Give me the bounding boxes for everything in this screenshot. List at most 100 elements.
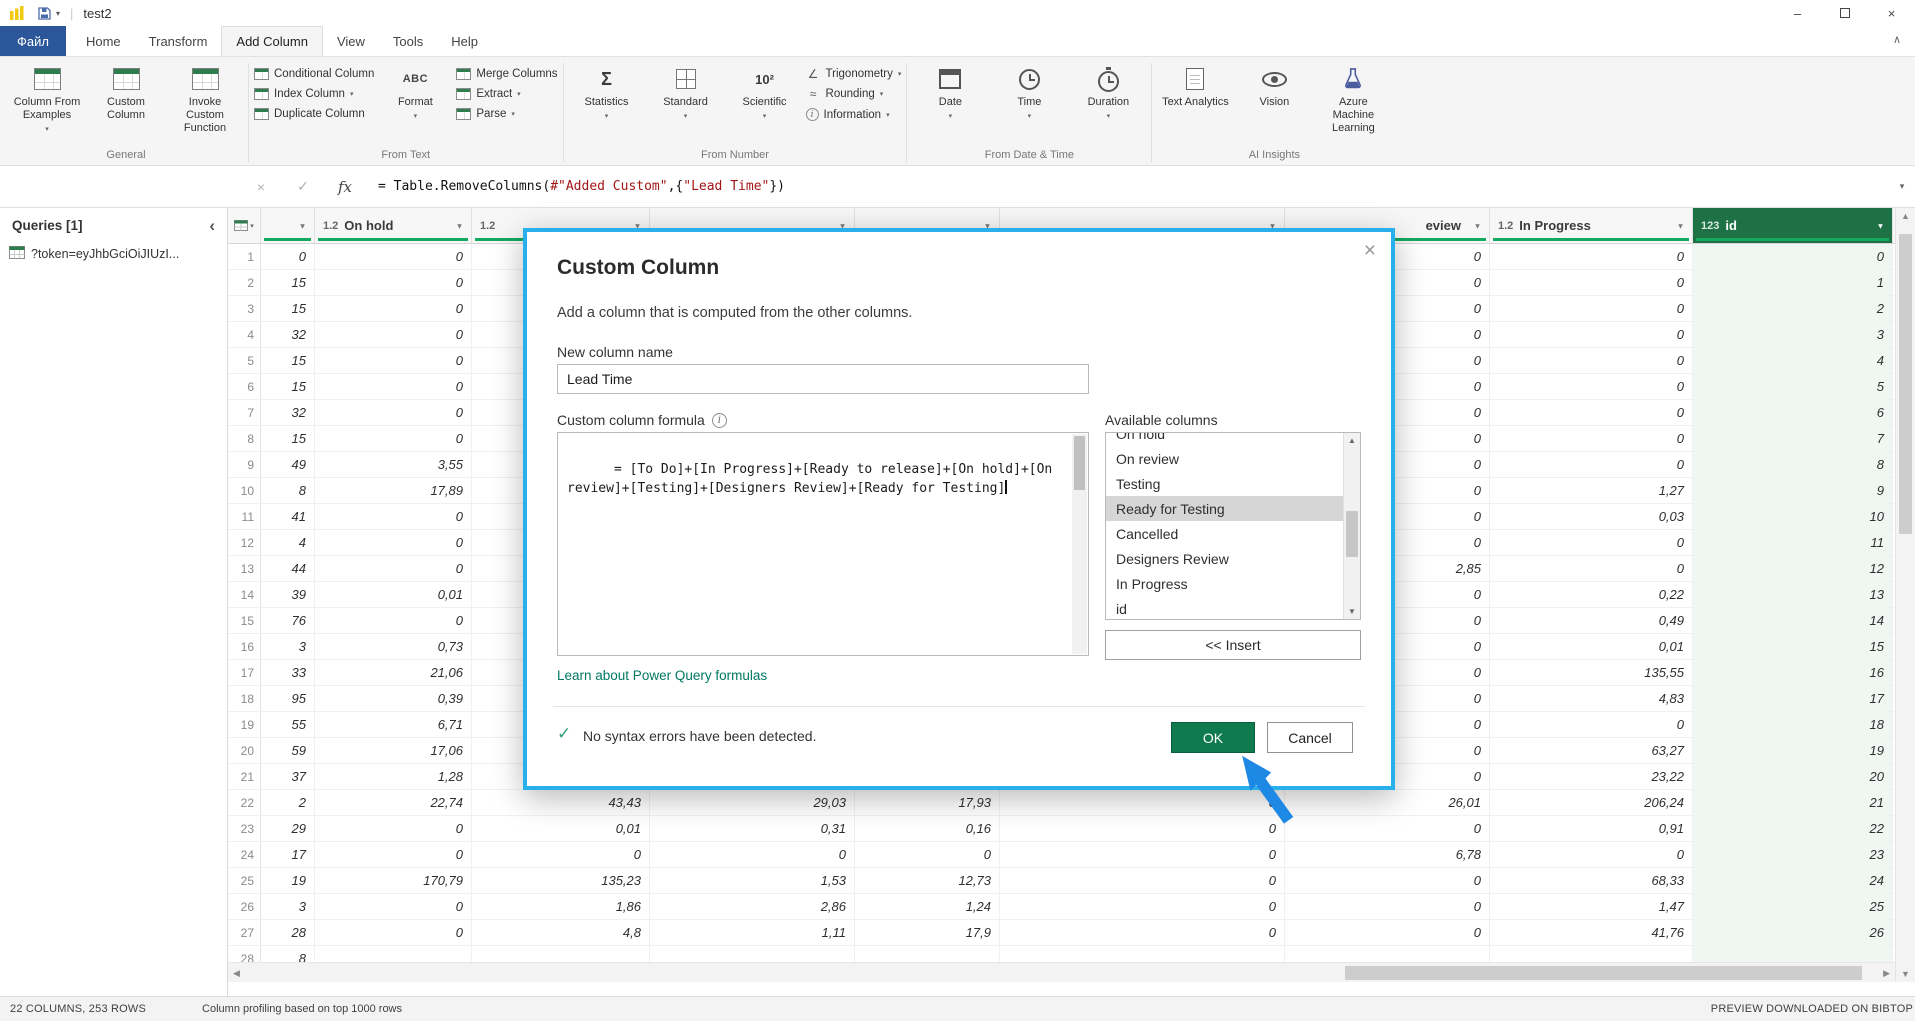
row-number[interactable]: 27 [228, 920, 261, 945]
cancel-button[interactable]: Cancel [1267, 722, 1353, 753]
row-number[interactable]: 15 [228, 608, 261, 633]
column-from-examples-button[interactable]: Column From Examples ▾ [9, 60, 85, 135]
grid-cell[interactable]: 12,73 [855, 868, 1000, 893]
grid-cell[interactable]: 11 [1693, 530, 1893, 555]
azure-ml-button[interactable]: Azure Machine Learning [1315, 60, 1391, 138]
grid-cell[interactable] [650, 946, 855, 962]
grid-cell[interactable]: 1,11 [650, 920, 855, 945]
row-number[interactable]: 7 [228, 400, 261, 425]
grid-cell[interactable]: 1,86 [472, 894, 650, 919]
merge-columns-button[interactable]: Merge Columns [456, 68, 557, 80]
row-number[interactable]: 1 [228, 244, 261, 269]
row-number[interactable]: 19 [228, 712, 261, 737]
grid-cell[interactable]: 10 [1693, 504, 1893, 529]
minimize-button[interactable]: – [1774, 0, 1821, 26]
available-column-item[interactable]: Designers Review [1106, 546, 1343, 571]
grid-cell[interactable]: 0 [315, 842, 472, 867]
row-number[interactable]: 26 [228, 894, 261, 919]
grid-cell[interactable]: 8 [261, 478, 315, 503]
scroll-left-icon[interactable]: ◀ [233, 968, 240, 979]
grid-cell[interactable]: 1 [1693, 270, 1893, 295]
grid-cell[interactable]: 0,22 [1490, 582, 1693, 607]
grid-cell[interactable]: 0 [1490, 452, 1693, 477]
grid-cell[interactable]: 25 [1693, 894, 1893, 919]
scroll-down-icon[interactable]: ▼ [1896, 969, 1915, 979]
grid-cell[interactable]: 20 [1693, 764, 1893, 789]
grid-cell[interactable]: 17,89 [315, 478, 472, 503]
grid-cell[interactable]: 49 [261, 452, 315, 477]
ok-button[interactable]: OK [1171, 722, 1255, 753]
grid-cell[interactable]: 0,39 [315, 686, 472, 711]
rounding-button[interactable]: ≈ Rounding ▾ [806, 88, 902, 100]
text-analytics-button[interactable]: Text Analytics [1157, 60, 1233, 111]
available-column-item[interactable]: id [1106, 596, 1343, 620]
grid-cell[interactable]: 28 [261, 920, 315, 945]
grid-cell[interactable]: 68,33 [1490, 868, 1693, 893]
formula-cancel-icon[interactable]: × [240, 179, 282, 195]
grid-cell[interactable]: 55 [261, 712, 315, 737]
grid-cell[interactable]: 0 [1490, 270, 1693, 295]
scroll-down-icon[interactable]: ▼ [1344, 607, 1360, 616]
grid-cell[interactable]: 33 [261, 660, 315, 685]
grid-cell[interactable]: 0,49 [1490, 608, 1693, 633]
row-number[interactable]: 18 [228, 686, 261, 711]
grid-cell[interactable]: 41 [261, 504, 315, 529]
grid-cell[interactable]: 15 [261, 296, 315, 321]
list-scrollbar[interactable]: ▲ ▼ [1343, 433, 1360, 619]
grid-cell[interactable]: 29 [261, 816, 315, 841]
grid-cell[interactable]: 17,06 [315, 738, 472, 763]
grid-cell[interactable]: 0 [315, 426, 472, 451]
grid-cell[interactable]: 3 [261, 634, 315, 659]
available-column-item[interactable]: Ready for Testing [1106, 496, 1343, 521]
row-number[interactable]: 5 [228, 348, 261, 373]
grid-cell[interactable]: 0 [472, 842, 650, 867]
available-column-item[interactable]: Testing [1106, 471, 1343, 496]
grid-cell[interactable]: 17 [1693, 686, 1893, 711]
parse-button[interactable]: Parse ▾ [456, 108, 557, 120]
duplicate-column-button[interactable]: Duplicate Column [254, 108, 374, 120]
grid-cell[interactable]: 135,23 [472, 868, 650, 893]
grid-cell[interactable]: 0 [1000, 816, 1285, 841]
vertical-scrollbar[interactable]: ▲ ▼ [1895, 208, 1915, 982]
column-header-in-progress[interactable]: 1.2In Progress▾ [1490, 208, 1693, 243]
row-number[interactable]: 20 [228, 738, 261, 763]
grid-cell[interactable]: 135,55 [1490, 660, 1693, 685]
scroll-up-icon[interactable]: ▲ [1344, 436, 1360, 445]
row-number[interactable]: 21 [228, 764, 261, 789]
grid-cell[interactable]: 0 [1490, 556, 1693, 581]
grid-cell[interactable]: 0 [650, 842, 855, 867]
trigonometry-button[interactable]: ∠ Trigonometry ▾ [806, 68, 902, 80]
tab-tools[interactable]: Tools [379, 26, 437, 56]
grid-cell[interactable]: 76 [261, 608, 315, 633]
grid-cell[interactable] [472, 946, 650, 962]
column-header[interactable]: ▾ [261, 208, 315, 243]
grid-cell[interactable]: 2 [261, 790, 315, 815]
vision-button[interactable]: Vision [1236, 60, 1312, 111]
tab-file[interactable]: Файл [0, 26, 66, 56]
maximize-button[interactable] [1821, 0, 1868, 26]
grid-cell[interactable]: 1,28 [315, 764, 472, 789]
formula-scrollbar[interactable] [1072, 434, 1087, 654]
grid-cell[interactable]: 41,76 [1490, 920, 1693, 945]
grid-cell[interactable]: 0 [1490, 244, 1693, 269]
grid-cell[interactable]: 6 [1693, 400, 1893, 425]
row-number[interactable]: 16 [228, 634, 261, 659]
available-column-item[interactable]: On review [1106, 446, 1343, 471]
grid-cell[interactable]: 0 [1000, 790, 1285, 815]
grid-cell[interactable]: 0 [315, 270, 472, 295]
grid-cell[interactable] [1285, 946, 1490, 962]
grid-cell[interactable]: 0 [1490, 374, 1693, 399]
grid-cell[interactable]: 2 [1693, 296, 1893, 321]
scroll-up-icon[interactable]: ▲ [1896, 211, 1915, 221]
grid-cell[interactable]: 26,01 [1285, 790, 1490, 815]
grid-cell[interactable]: 4,8 [472, 920, 650, 945]
vertical-scroll-thumb[interactable] [1899, 234, 1912, 534]
index-column-button[interactable]: Index Column ▾ [254, 88, 374, 100]
grid-cell[interactable]: 0 [1490, 426, 1693, 451]
custom-column-button[interactable]: Custom Column [88, 60, 164, 124]
filter-icon[interactable]: ▾ [1873, 218, 1888, 233]
grid-cell[interactable]: 0 [1490, 530, 1693, 555]
insert-button[interactable]: << Insert [1105, 630, 1361, 660]
formula-expand-icon[interactable]: ▾ [1889, 181, 1915, 192]
grid-cell[interactable]: 3 [1693, 322, 1893, 347]
